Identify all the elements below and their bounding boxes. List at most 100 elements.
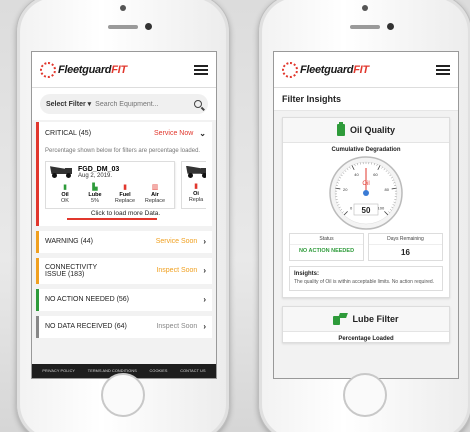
speaker-slot — [350, 25, 380, 29]
lube-filter-panel: Lube Filter Percentage Loaded — [282, 306, 450, 343]
insights-box: Insights: The quality of Oil is within a… — [289, 266, 443, 291]
chevron-right-icon[interactable]: › — [203, 295, 206, 304]
brand-fit: FIT — [353, 63, 369, 76]
stat-row: Status NO ACTION NEEDED Days Remaining 1… — [283, 233, 449, 261]
brand-logo[interactable]: FleetguardFIT — [40, 61, 127, 78]
oil-icon: ▮ — [63, 183, 67, 191]
oil-icon: ▮ — [194, 182, 198, 190]
section-connectivity[interactable]: CONNECTIVITY ISSUE (183) Inspect Soon › — [36, 257, 212, 284]
filter-select[interactable]: Select Filter ▾ — [46, 100, 91, 108]
filter-fuel: ▮ Fuel Replace — [110, 183, 140, 204]
degradation-gauge: 020406080100 Oil 50 — [329, 156, 403, 230]
gauge-hub — [363, 190, 369, 196]
air-icon: ▥ — [151, 183, 159, 191]
footer-link[interactable]: CONTACT US — [180, 369, 205, 373]
status-value: NO ACTION NEEDED — [298, 248, 355, 254]
critical-note: Percentage shown below for filters are p… — [45, 148, 201, 154]
camera-dot — [362, 5, 368, 11]
page-title: Filter Insights — [274, 88, 458, 111]
no-data-status: Inspect Soon — [156, 323, 198, 331]
critical-status: Service Now — [154, 129, 194, 137]
no-data-label: NO DATA RECEIVED (64) — [45, 323, 127, 331]
section-list: CRITICAL (45) Service Now ⌄ Percentage s… — [32, 120, 216, 378]
filter-status-grid: ▮ Oil OK ▙ Lube 5% ▮ Fuel Replace ▥ Air … — [50, 183, 170, 204]
filter-lube: ▙ Lube 5% — [80, 183, 110, 204]
oil-quality-header: Oil Quality — [283, 118, 449, 143]
chevron-right-icon[interactable]: › — [203, 322, 206, 331]
app-header: FleetguardFIT — [274, 52, 458, 88]
equipment-card[interactable]: FGD_DM_03 Aug 2, 2019. ▮ Oil OK ▙ Lube 5… — [45, 160, 175, 209]
insights-heading: Insights: — [294, 271, 319, 277]
filter-oil: ▮ Oil OK — [50, 183, 80, 204]
filter-air: ▥ Air Replace — [140, 183, 170, 204]
oil-quality-panel: Oil Quality Cumulative Degradation 0 20 40… — [282, 117, 450, 298]
carousel-indicator — [67, 217, 157, 220]
gauge-tick-label: 60 — [373, 172, 378, 177]
menu-icon[interactable] — [194, 64, 208, 75]
chevron-right-icon[interactable]: › — [203, 237, 206, 246]
insights-body: Oil Quality Cumulative Degradation 0 20 40… — [274, 111, 458, 378]
footer-link[interactable]: TERMS AND CONDITIONS — [88, 369, 137, 373]
brand-logo[interactable]: FleetguardFIT — [282, 61, 369, 78]
phone-left: FleetguardFIT Select Filter ▾ CRITICAL (… — [16, 0, 230, 432]
gauge-tick-label: 80 — [385, 187, 390, 192]
front-camera — [387, 23, 394, 30]
lube-filter-title: Lube Filter — [352, 314, 399, 324]
section-no-action[interactable]: NO ACTION NEEDED (56) › — [36, 288, 212, 311]
critical-label: CRITICAL (45) — [45, 129, 92, 137]
section-critical[interactable]: CRITICAL (45) Service Now ⌄ — [36, 122, 212, 144]
home-button[interactable] — [101, 373, 145, 417]
gauge-readout: 50 — [362, 206, 371, 215]
front-camera — [145, 23, 152, 30]
equipment-carousel[interactable]: FGD_DM_03 Aug 2, 2019. ▮ Oil OK ▙ Lube 5… — [45, 160, 206, 209]
brand-name: Fleetguard — [58, 63, 112, 76]
search-input[interactable] — [95, 100, 190, 108]
oil-quality-title: Oil Quality — [349, 125, 395, 135]
lube-icon: ▙ — [92, 183, 98, 191]
oil-icon — [336, 122, 345, 136]
logo-ring-icon — [40, 61, 56, 78]
warning-label: WARNING (44) — [45, 238, 93, 246]
load-more-link[interactable]: Click to load more Data. — [45, 210, 206, 217]
camera-dot — [120, 5, 126, 11]
app-header: FleetguardFIT — [32, 52, 216, 88]
gauge-wrap: 020406080100 Oil 50 — [283, 155, 449, 231]
equipment-card-partial[interactable]: ▮ Oi Repla — [181, 160, 206, 209]
connectivity-status: Inspect Soon — [156, 267, 198, 275]
logo-ring-icon — [282, 61, 298, 78]
section-no-data[interactable]: NO DATA RECEIVED (64) Inspect Soon › — [36, 315, 212, 338]
phone-right: FleetguardFIT Filter Insights Oil Qualit… — [258, 0, 470, 432]
critical-body: Percentage shown below for filters are p… — [36, 144, 212, 226]
home-button[interactable] — [343, 373, 387, 417]
footer-link[interactable]: COOKIES — [150, 369, 168, 373]
oil-quality-subtitle: Cumulative Degradation — [331, 147, 401, 153]
equipment-name: FGD_DM_03 — [78, 165, 120, 173]
no-action-label: NO ACTION NEEDED (56) — [45, 296, 130, 304]
search-icon[interactable] — [194, 100, 202, 108]
warning-status: Service Soon — [155, 238, 198, 246]
chevron-down-icon[interactable]: ⌄ — [199, 129, 206, 138]
truck-icon — [186, 165, 206, 178]
lube-icon — [333, 313, 347, 325]
speaker-slot — [108, 25, 138, 29]
insights-text: The quality of Oil is within acceptable … — [294, 279, 435, 285]
status-label: Status — [290, 234, 363, 245]
status-box: Status NO ACTION NEEDED — [289, 233, 364, 261]
lube-filter-subtitle: Percentage Loaded — [338, 336, 394, 342]
screen-right: FleetguardFIT Filter Insights Oil Qualit… — [273, 51, 459, 379]
chevron-right-icon[interactable]: › — [203, 266, 206, 275]
filter-bar: Select Filter ▾ — [40, 94, 208, 114]
gauge-tick-label: 100 — [378, 205, 385, 210]
days-value: 16 — [401, 248, 410, 257]
menu-icon[interactable] — [436, 64, 450, 75]
gauge-tick-label: 40 — [354, 172, 359, 177]
section-warning[interactable]: WARNING (44) Service Soon › — [36, 230, 212, 253]
days-box: Days Remaining 16 — [368, 233, 443, 261]
brand-name: Fleetguard — [300, 63, 354, 76]
truck-icon — [50, 166, 72, 179]
footer-link[interactable]: PRIVACY POLICY — [42, 369, 75, 373]
lube-filter-header: Lube Filter — [283, 307, 449, 332]
gauge-tick-label: 20 — [343, 187, 348, 192]
equipment-date: Aug 2, 2019. — [78, 172, 113, 179]
days-label: Days Remaining — [369, 234, 442, 245]
